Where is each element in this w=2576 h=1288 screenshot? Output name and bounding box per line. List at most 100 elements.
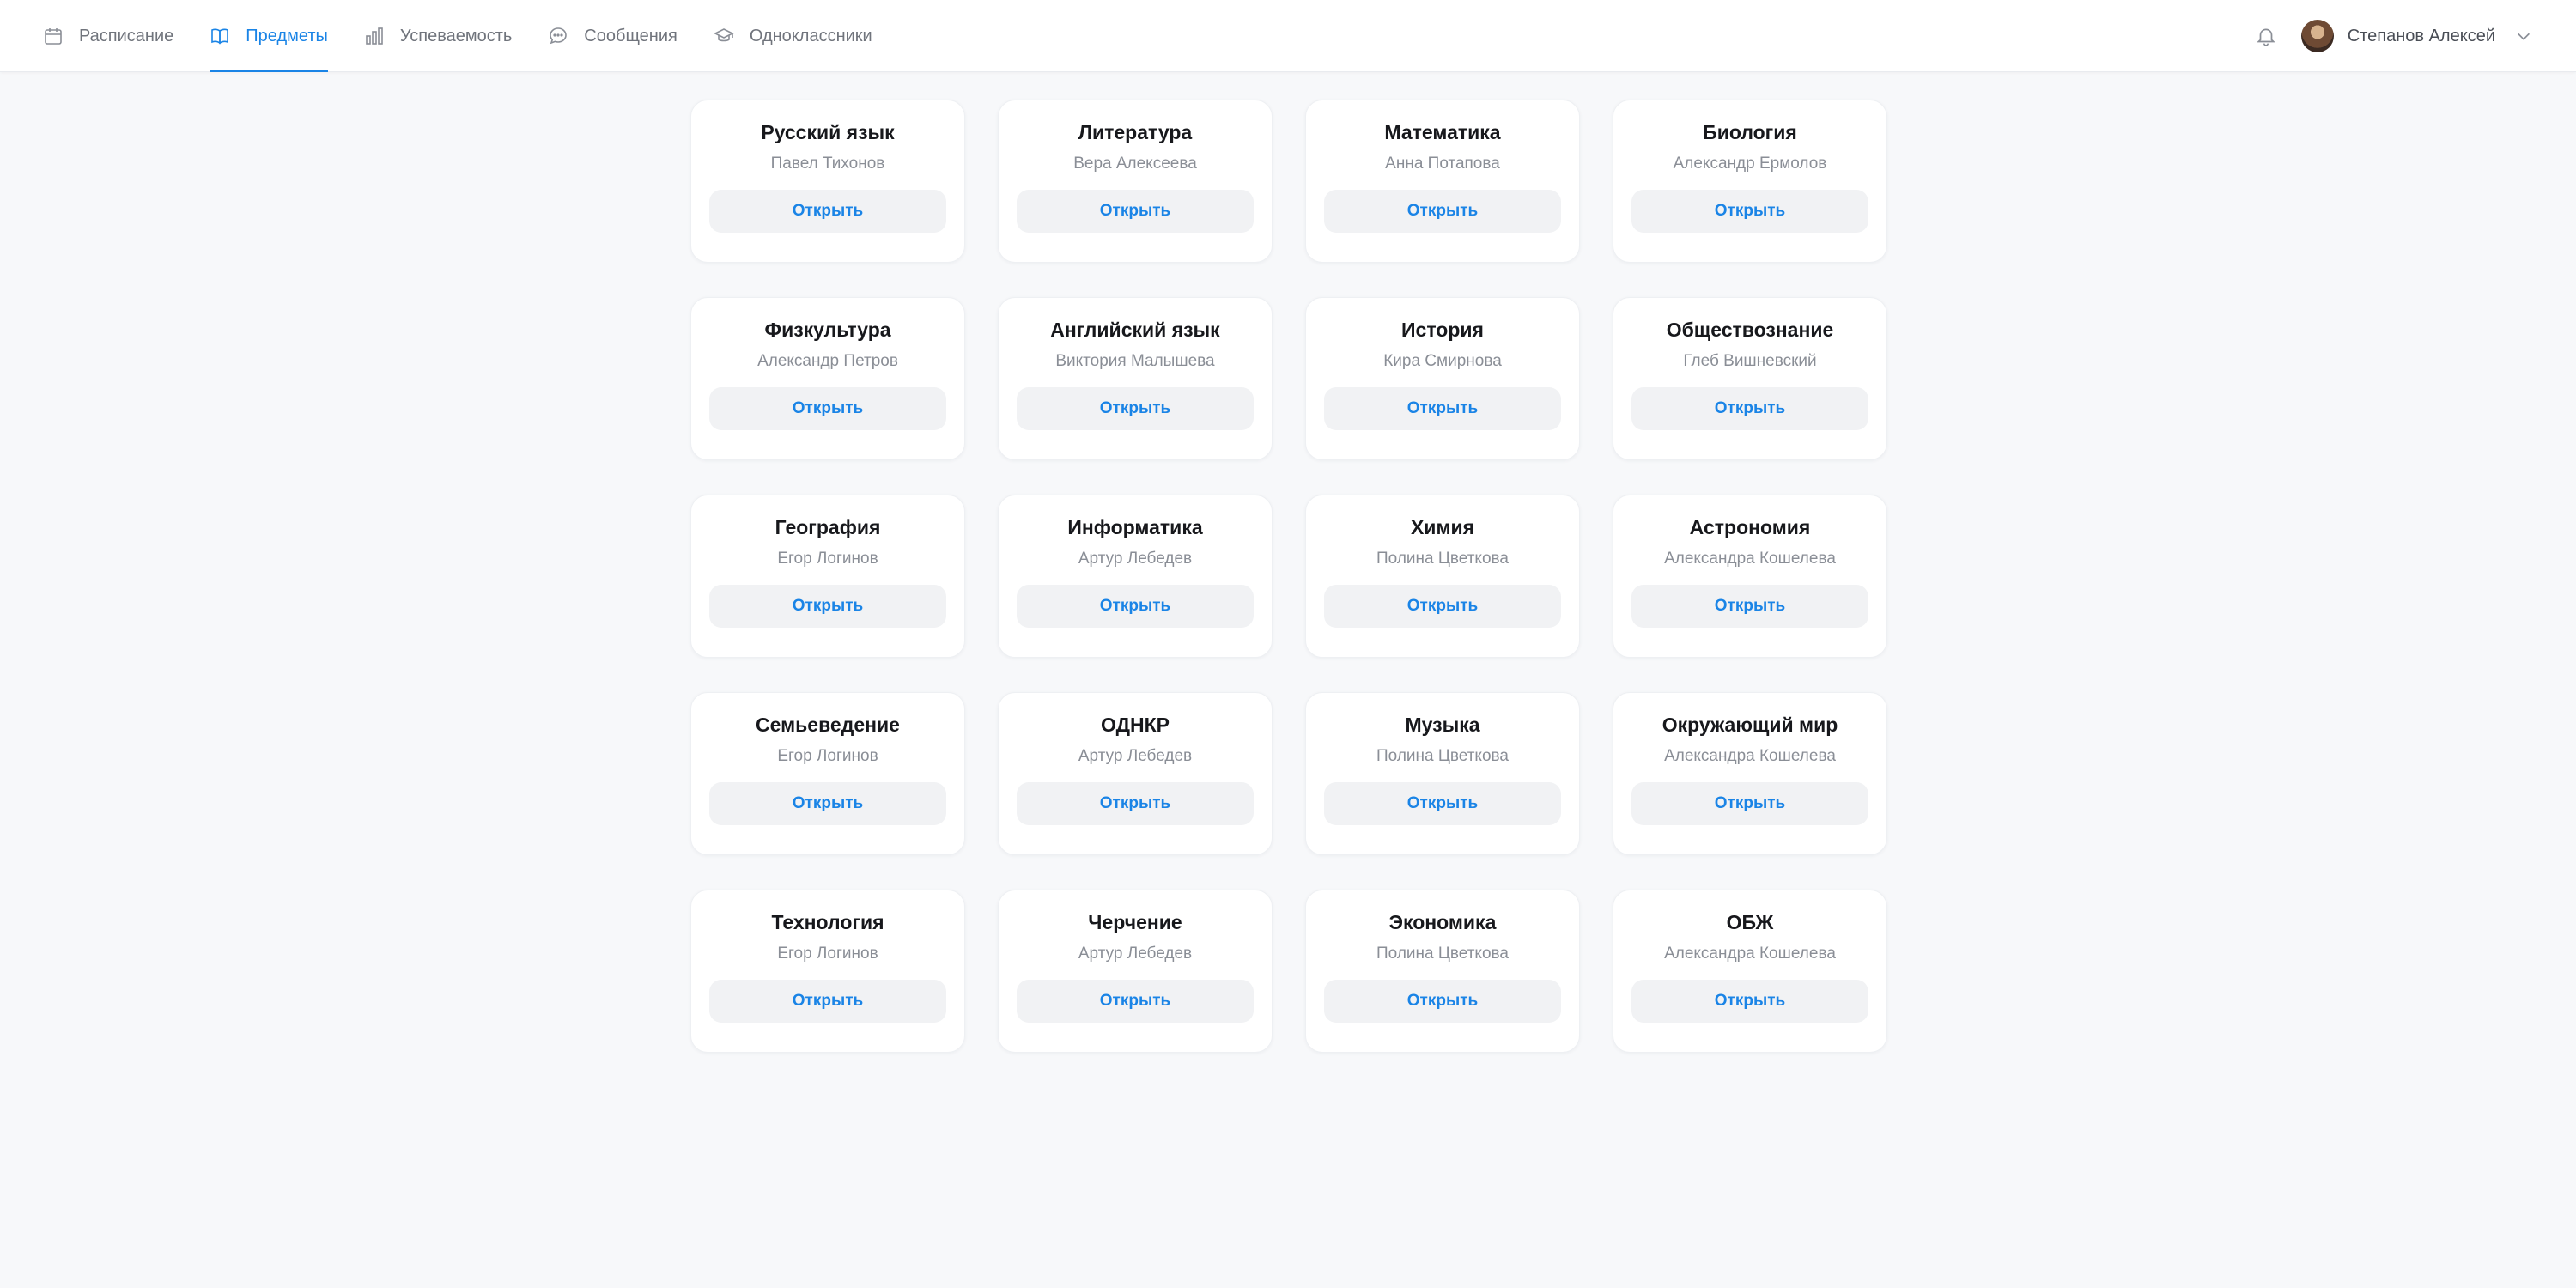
subject-title: Биология: [1703, 121, 1797, 143]
open-subject-button[interactable]: Открыть: [1631, 585, 1868, 628]
subject-card: ОДНКР Артур Лебедев Открыть: [998, 692, 1273, 855]
book-icon: [210, 26, 230, 46]
open-subject-button[interactable]: Открыть: [1017, 190, 1254, 233]
subject-title: Технология: [771, 911, 884, 933]
subject-card: Информатика Артур Лебедев Открыть: [998, 495, 1273, 658]
subjects-grid: Русский язык Павел Тихонов Открыть Литерату…: [690, 100, 1887, 1053]
subject-card: Литература Вера Алексеева Открыть: [998, 100, 1273, 263]
open-subject-button[interactable]: Открыть: [1631, 980, 1868, 1023]
chat-icon: [548, 26, 568, 46]
subject-title: Экономика: [1388, 911, 1497, 933]
subject-teacher: Полина Цветкова: [1376, 747, 1509, 765]
nav-item-label: Успеваемость: [399, 26, 513, 46]
open-subject-button[interactable]: Открыть: [1631, 190, 1868, 233]
nav-item-label: Предметы: [246, 26, 328, 46]
nav-item-schedule[interactable]: Расписание: [43, 0, 173, 72]
subject-card: Астрономия Александра Кошелева Открыть: [1613, 495, 1887, 658]
subject-teacher: Артур Лебедев: [1078, 747, 1193, 765]
nav-item-label: Сообщения: [584, 26, 677, 46]
subject-teacher: Егор Логинов: [777, 550, 878, 568]
subject-teacher: Вера Алексеева: [1073, 155, 1197, 173]
user-name[interactable]: Степанов Алексей: [2348, 27, 2495, 46]
subject-teacher: Кира Смирнова: [1383, 352, 1502, 370]
nav-item-performance[interactable]: Успеваемость: [364, 0, 512, 72]
subject-card: ОБЖ Александра Кошелева Открыть: [1613, 890, 1887, 1053]
open-subject-button[interactable]: Открыть: [1017, 782, 1254, 825]
nav-item-label: Одноклассники: [749, 26, 872, 46]
open-subject-button[interactable]: Открыть: [709, 782, 946, 825]
subject-teacher: Полина Цветкова: [1376, 550, 1509, 568]
subject-teacher: Глеб Вишневский: [1683, 352, 1817, 370]
subject-teacher: Павел Тихонов: [770, 155, 885, 173]
subject-teacher: Александра Кошелева: [1664, 747, 1836, 765]
open-subject-button[interactable]: Открыть: [1017, 387, 1254, 430]
open-subject-button[interactable]: Открыть: [1324, 387, 1561, 430]
subject-card: Химия Полина Цветкова Открыть: [1305, 495, 1580, 658]
nav-item-classmates[interactable]: Одноклассники: [714, 0, 872, 72]
subject-title: Русский язык: [761, 121, 895, 143]
subject-card: Биология Александр Ермолов Открыть: [1613, 100, 1887, 263]
nav-item-label: Расписание: [79, 26, 174, 46]
open-subject-button[interactable]: Открыть: [709, 190, 946, 233]
subject-title: Химия: [1410, 516, 1475, 538]
subject-title: География: [775, 516, 881, 538]
open-subject-button[interactable]: Открыть: [1631, 782, 1868, 825]
subject-teacher: Александр Ермолов: [1673, 155, 1827, 173]
subject-card: Черчение Артур Лебедев Открыть: [998, 890, 1273, 1053]
subject-teacher: Егор Логинов: [777, 747, 878, 765]
avatar[interactable]: [2300, 20, 2334, 52]
subject-card: Русский язык Павел Тихонов Открыть: [690, 100, 965, 263]
subject-title: Окружающий мир: [1662, 714, 1838, 736]
open-subject-button[interactable]: Открыть: [1324, 980, 1561, 1023]
bar-chart-icon: [364, 26, 385, 46]
subject-title: ОДНКР: [1101, 714, 1170, 736]
subject-teacher: Анна Потапова: [1385, 155, 1500, 173]
subject-title: Английский язык: [1050, 319, 1220, 341]
nav-item-subjects[interactable]: Предметы: [210, 0, 328, 72]
subject-title: Математика: [1384, 121, 1501, 143]
open-subject-button[interactable]: Открыть: [1324, 585, 1561, 628]
subject-title: Информатика: [1067, 516, 1203, 538]
graduation-cap-icon: [714, 26, 734, 46]
subject-card: Технология Егор Логинов Открыть: [690, 890, 965, 1053]
subject-title: ОБЖ: [1726, 911, 1774, 933]
main-nav: Расписание Предметы Успеваемость Сообщен…: [43, 0, 908, 72]
user-menu: Степанов Алексей: [2255, 0, 2533, 72]
open-subject-button[interactable]: Открыть: [1324, 782, 1561, 825]
subject-title: Музыка: [1405, 714, 1480, 736]
subject-card: Английский язык Виктория Малышева Открыть: [998, 297, 1273, 460]
subject-card: Обществознание Глеб Вишневский Открыть: [1613, 297, 1887, 460]
subject-title: Физкультура: [764, 319, 891, 341]
subject-card: Окружающий мир Александра Кошелева Открыть: [1613, 692, 1887, 855]
calendar-icon: [43, 26, 64, 46]
subject-card: Семьеведение Егор Логинов Открыть: [690, 692, 965, 855]
subject-teacher: Виктория Малышева: [1055, 352, 1215, 370]
subject-title: История: [1401, 319, 1484, 341]
subject-card: География Егор Логинов Открыть: [690, 495, 965, 658]
open-subject-button[interactable]: Открыть: [1631, 387, 1868, 430]
open-subject-button[interactable]: Открыть: [709, 387, 946, 430]
chevron-down-icon[interactable]: [2514, 27, 2533, 46]
subject-teacher: Егор Логинов: [777, 945, 878, 963]
top-navigation-bar: Расписание Предметы Успеваемость Сообщен…: [0, 0, 2576, 72]
subject-title: Семьеведение: [756, 714, 900, 736]
subject-card: Музыка Полина Цветкова Открыть: [1305, 692, 1580, 855]
subject-title: Астрономия: [1689, 516, 1811, 538]
subject-title: Литература: [1078, 121, 1193, 143]
subject-card: История Кира Смирнова Открыть: [1305, 297, 1580, 460]
open-subject-button[interactable]: Открыть: [1017, 585, 1254, 628]
subject-title: Черчение: [1088, 911, 1182, 933]
open-subject-button[interactable]: Открыть: [709, 980, 946, 1023]
subject-teacher: Александра Кошелева: [1664, 945, 1836, 963]
subject-teacher: Полина Цветкова: [1376, 945, 1509, 963]
subject-title: Обществознание: [1666, 319, 1834, 341]
open-subject-button[interactable]: Открыть: [1017, 980, 1254, 1023]
subject-card: Экономика Полина Цветкова Открыть: [1305, 890, 1580, 1053]
subject-teacher: Артур Лебедев: [1078, 945, 1193, 963]
open-subject-button[interactable]: Открыть: [1324, 190, 1561, 233]
nav-item-messages[interactable]: Сообщения: [548, 0, 677, 72]
subject-card: Математика Анна Потапова Открыть: [1305, 100, 1580, 263]
bell-icon[interactable]: [2255, 25, 2277, 47]
subject-teacher: Александра Кошелева: [1664, 550, 1836, 568]
open-subject-button[interactable]: Открыть: [709, 585, 946, 628]
